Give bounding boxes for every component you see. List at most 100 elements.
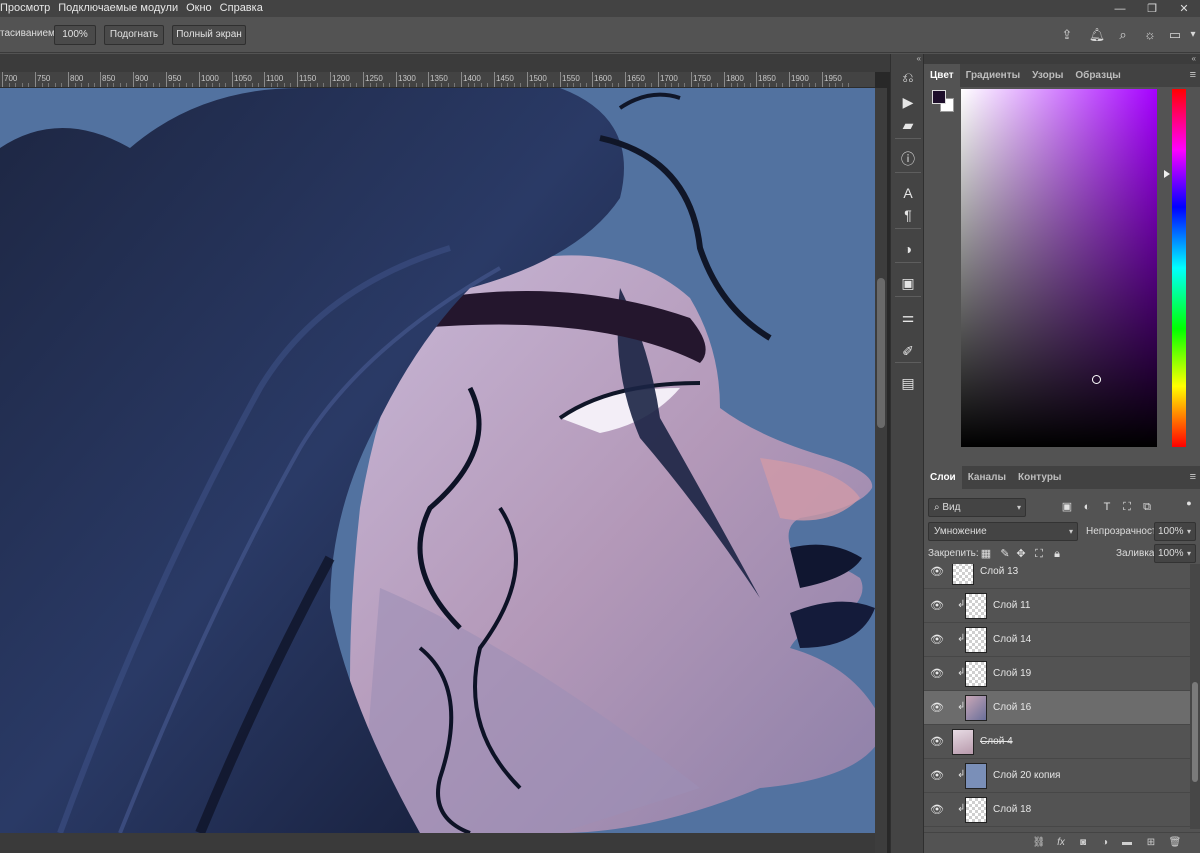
ruler-minor-tick: [146, 83, 147, 87]
menu-window[interactable]: Окно: [182, 0, 216, 17]
play-icon[interactable]: ▶: [897, 91, 919, 113]
properties-icon[interactable]: ⚌: [897, 306, 919, 328]
layer-thumbnail[interactable]: [952, 729, 974, 755]
eye-icon[interactable]: 👁︎: [930, 769, 944, 783]
chevron-down-icon[interactable]: ▾: [1184, 26, 1200, 44]
layer-name[interactable]: Слой 18: [993, 804, 1031, 815]
layer-row[interactable]: 👁︎ ↲ Слой 20 копия: [924, 759, 1190, 793]
adjustments-icon[interactable]: ◑: [897, 238, 919, 260]
lock-transparent-icon[interactable]: ▦: [979, 547, 993, 561]
libraries-icon[interactable]: ▣: [897, 272, 919, 294]
layer-name[interactable]: Слой 13: [980, 566, 1018, 577]
group-folder-icon[interactable]: ▬: [1120, 836, 1134, 850]
adjustment-layer-icon[interactable]: ◑: [1098, 836, 1112, 850]
minimize-icon[interactable]: —: [1104, 0, 1136, 17]
eye-icon[interactable]: 👁︎: [930, 565, 944, 579]
vertical-scrollbar[interactable]: [875, 88, 887, 853]
layer-thumbnail[interactable]: [965, 593, 987, 619]
layers-scrollbar[interactable]: [1190, 564, 1200, 829]
bell-icon[interactable]: 🔔︎: [1088, 26, 1106, 44]
layer-name[interactable]: Слой 20 копия: [993, 770, 1060, 781]
layer-thumbnail[interactable]: [965, 661, 987, 687]
layer-thumbnail[interactable]: [965, 695, 987, 721]
scrollbar-thumb[interactable]: [877, 278, 885, 428]
blend-mode-dropdown[interactable]: Умножение ▾: [928, 522, 1078, 541]
layer-row[interactable]: 👁︎ ↲ Слой 19: [924, 657, 1190, 691]
layer-thumbnail[interactable]: [965, 763, 987, 789]
brush-settings-icon[interactable]: ✐: [897, 340, 919, 362]
collapse-toggle-icon[interactable]: «: [891, 54, 925, 64]
layer-thumbnail[interactable]: [965, 797, 987, 823]
filter-adjustment-icon[interactable]: ◐: [1080, 500, 1094, 514]
layer-filter-dropdown[interactable]: ⌕ Вид ▾: [928, 498, 1026, 517]
fill-screen-button[interactable]: Полный экран: [172, 25, 246, 45]
zoom-100-button[interactable]: 100%: [54, 25, 96, 45]
maximize-icon[interactable]: ❐: [1136, 0, 1168, 17]
ruler-minor-tick: [173, 83, 174, 87]
color-picker-cursor[interactable]: [1092, 375, 1101, 384]
ruler-minor-tick: [258, 83, 259, 87]
lock-image-icon[interactable]: ✎: [998, 547, 1012, 561]
saturation-value-field[interactable]: [961, 89, 1157, 447]
filter-smart-object-icon[interactable]: ⧉: [1140, 500, 1154, 514]
foreground-color-swatch[interactable]: [932, 90, 946, 104]
trash-icon[interactable]: 🗑︎: [1168, 836, 1182, 850]
link-icon[interactable]: ⛓: [1032, 836, 1046, 850]
info-icon[interactable]: ⓘ: [897, 148, 919, 170]
close-icon[interactable]: ✕: [1168, 0, 1200, 17]
layer-name[interactable]: Слой 11: [993, 600, 1030, 611]
search-icon[interactable]: ⌕: [1114, 26, 1132, 44]
layer-name[interactable]: Слой 4: [980, 736, 1013, 747]
filter-type-icon[interactable]: T: [1100, 500, 1114, 514]
eye-icon[interactable]: 👁︎: [930, 803, 944, 817]
layer-name[interactable]: Слой 19: [993, 668, 1031, 679]
lightbulb-icon[interactable]: ☼: [1141, 26, 1159, 44]
layer-thumbnail[interactable]: [952, 564, 974, 585]
lock-position-icon[interactable]: ✥: [1014, 547, 1028, 561]
menu-view[interactable]: Просмотр: [0, 0, 54, 17]
eye-icon[interactable]: 👁︎: [930, 599, 944, 613]
paragraph-icon[interactable]: ¶: [897, 204, 919, 226]
lock-all-icon[interactable]: 🔒︎: [1050, 547, 1064, 561]
menu-help[interactable]: Справка: [216, 0, 267, 17]
layer-name[interactable]: Слой 16: [993, 702, 1031, 713]
fill-field[interactable]: 100% ▾: [1154, 544, 1196, 563]
new-layer-icon[interactable]: ⊞: [1144, 836, 1158, 850]
ruler-minor-tick: [245, 83, 246, 87]
ruler-minor-tick: [28, 83, 29, 87]
eye-icon[interactable]: 👁︎: [930, 735, 944, 749]
eye-icon[interactable]: 👁︎: [930, 633, 944, 647]
layer-row[interactable]: 👁︎ ↲ Слой 14: [924, 623, 1190, 657]
character-icon[interactable]: A: [897, 182, 919, 204]
fx-icon[interactable]: fx: [1054, 836, 1068, 850]
layer-row[interactable]: 👁︎ ↲ Слой 11: [924, 589, 1190, 623]
eye-icon[interactable]: 👁︎: [930, 701, 944, 715]
menu-plugins[interactable]: Подключаемые модули: [54, 0, 182, 17]
layer-thumbnail[interactable]: [965, 627, 987, 653]
mask-icon[interactable]: ◙: [1076, 836, 1090, 850]
lock-artboard-icon[interactable]: ⛶: [1032, 547, 1046, 561]
history-icon[interactable]: ⎌: [897, 66, 919, 88]
layer-list[interactable]: 👁︎ Слой 13 👁︎ ↲ Слой 11 👁︎ ↲ Слой 14 👁︎ ↲ Слой 19 👁…: [924, 564, 1190, 829]
filter-shape-icon[interactable]: ⛶: [1120, 500, 1134, 514]
horizontal-ruler[interactable]: 700 750 800 850 900 950 1000 1050 1100 1150 1200 12…: [0, 72, 875, 88]
layers-scrollbar-thumb[interactable]: [1192, 682, 1198, 782]
opacity-field[interactable]: 100% ▾: [1154, 522, 1196, 541]
layer-comps-icon[interactable]: ▤: [897, 372, 919, 394]
layer-name[interactable]: Слой 14: [993, 634, 1031, 645]
comment-icon[interactable]: ▰: [897, 114, 919, 136]
filter-pixel-icon[interactable]: ▣: [1060, 500, 1074, 514]
filter-toggle-icon[interactable]: ●: [1182, 496, 1196, 510]
layer-row[interactable]: 👁︎ ↲ Слой 18: [924, 793, 1190, 827]
layer-row[interactable]: 👁︎ Слой 13: [924, 564, 1190, 589]
workspace-icon[interactable]: ▭: [1166, 26, 1184, 44]
canvas[interactable]: [0, 88, 875, 833]
hue-slider[interactable]: [1172, 89, 1186, 447]
hue-slider-handle[interactable]: [1164, 170, 1170, 178]
layer-row[interactable]: 👁︎ ↲ Слой 16: [924, 691, 1190, 725]
eye-icon[interactable]: 👁︎: [930, 667, 944, 681]
share-icon[interactable]: ⇪: [1058, 26, 1076, 44]
scrubby-zoom-label[interactable]: тасиванием: [0, 28, 55, 39]
fit-screen-button[interactable]: Подогнать: [104, 25, 164, 45]
layer-row[interactable]: 👁︎ Слой 4: [924, 725, 1190, 759]
